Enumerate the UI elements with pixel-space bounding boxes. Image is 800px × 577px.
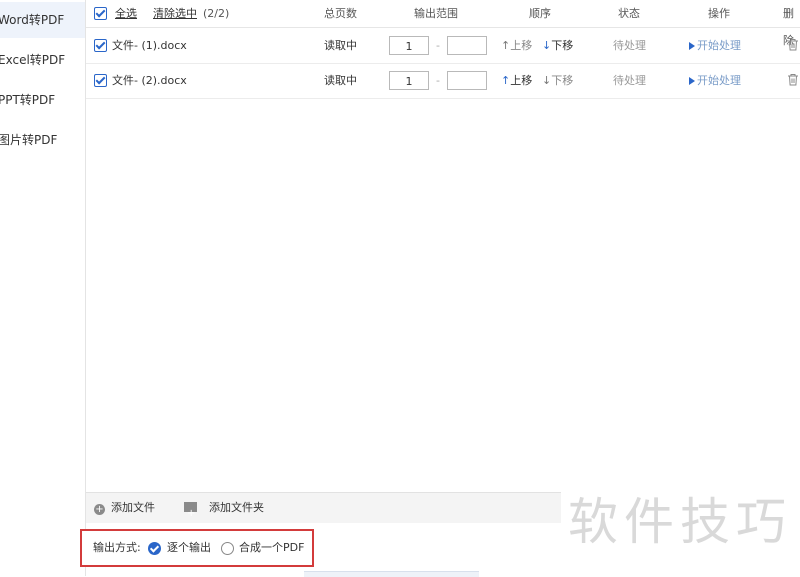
- move-up-button[interactable]: ↑上移: [501, 63, 532, 98]
- sidebar-item-label: Excel转PDF: [0, 53, 66, 67]
- arrow-up-icon: ↑: [501, 74, 511, 87]
- file-name: 文件- (2).docx: [112, 74, 187, 87]
- clear-selected-link[interactable]: 清除选中: [153, 0, 197, 27]
- table-row: 文件- (2).docx 读取中 1 - ↑上移 ↓下移 待处理 开始处理: [86, 63, 800, 99]
- sidebar-item-excel-to-pdf[interactable]: Excel转PDF: [0, 42, 85, 78]
- sidebar: Word转PDF Excel转PDF PPT转PDF 图片转PDF: [0, 0, 86, 576]
- arrow-down-icon: ↓: [542, 74, 552, 87]
- select-all-checkbox[interactable]: [94, 7, 107, 20]
- move-up-button[interactable]: ↑上移: [501, 28, 532, 63]
- select-all-link[interactable]: 全选: [115, 0, 137, 27]
- selection-count: (2/2): [203, 7, 230, 20]
- row-checkbox[interactable]: [94, 39, 107, 52]
- column-header-status: 状态: [618, 7, 640, 20]
- play-icon: [689, 77, 695, 85]
- add-folder-icon: [184, 499, 197, 529]
- range-from-input[interactable]: 1: [389, 71, 429, 90]
- range-from-input[interactable]: 1: [389, 36, 429, 55]
- move-down-label: 下移: [551, 39, 574, 52]
- page-count: 读取中: [324, 74, 357, 87]
- merge-pdf-label[interactable]: 合成一个PDF: [239, 531, 304, 565]
- move-up-label: 上移: [510, 39, 533, 52]
- start-process-label: 开始处理: [697, 39, 741, 52]
- status-text: 待处理: [613, 74, 646, 87]
- column-header-pages: 总页数: [324, 7, 357, 20]
- trash-icon[interactable]: [787, 63, 799, 98]
- play-icon: [689, 42, 695, 50]
- start-process-button[interactable]: 开始处理: [689, 63, 741, 98]
- action-button-partial[interactable]: [304, 571, 479, 577]
- trash-icon[interactable]: [787, 28, 799, 63]
- column-header-range: 输出范围: [414, 7, 458, 20]
- add-folder-label: 添加文件夹: [209, 501, 264, 514]
- sidebar-item-word-to-pdf[interactable]: Word转PDF: [0, 2, 85, 38]
- move-down-button[interactable]: ↓下移: [542, 28, 573, 63]
- status-text: 待处理: [613, 39, 646, 52]
- arrow-up-icon: ↑: [501, 39, 511, 52]
- output-mode-label: 输出方式:: [93, 541, 141, 554]
- add-file-button[interactable]: + 添加文件: [94, 493, 155, 523]
- add-folder-button[interactable]: 添加文件夹: [184, 493, 264, 529]
- range-to-input[interactable]: [447, 36, 487, 55]
- start-process-button[interactable]: 开始处理: [689, 28, 741, 63]
- range-separator: -: [436, 74, 440, 87]
- arrow-down-icon: ↓: [542, 39, 552, 52]
- move-down-button[interactable]: ↓下移: [542, 63, 573, 98]
- row-checkbox[interactable]: [94, 74, 107, 87]
- output-mode-group: 输出方式: 逐个输出 合成一个PDF: [80, 529, 314, 567]
- radio-individual-output[interactable]: [148, 542, 161, 555]
- individual-output-label[interactable]: 逐个输出: [167, 531, 211, 565]
- radio-merge-pdf[interactable]: [221, 542, 234, 555]
- column-header-order: 顺序: [529, 7, 551, 20]
- add-circle-icon: +: [94, 504, 105, 515]
- move-up-label: 上移: [510, 74, 533, 87]
- sidebar-item-ppt-to-pdf[interactable]: PPT转PDF: [0, 82, 85, 118]
- range-separator: -: [436, 39, 440, 52]
- move-down-label: 下移: [551, 74, 574, 87]
- column-header-delete: 删除: [783, 7, 794, 47]
- column-header-action: 操作: [708, 7, 730, 20]
- sidebar-item-image-to-pdf[interactable]: 图片转PDF: [0, 122, 85, 158]
- bottom-toolbar: + 添加文件 添加文件夹: [86, 492, 561, 529]
- page-count: 读取中: [324, 39, 357, 52]
- sidebar-item-label: 图片转PDF: [0, 133, 58, 147]
- watermark-text: 软件技巧: [568, 493, 792, 551]
- file-table-header: 全选 清除选中 (2/2) 总页数 输出范围 顺序 状态 操作 删除: [86, 0, 800, 47]
- add-file-label: 添加文件: [111, 501, 155, 514]
- sidebar-item-label: PPT转PDF: [0, 93, 56, 107]
- file-name: 文件- (1).docx: [112, 39, 187, 52]
- range-to-input[interactable]: [447, 71, 487, 90]
- table-row: 文件- (1).docx 读取中 1 - ↑上移 ↓下移 待处理 开始处理: [86, 28, 800, 64]
- start-process-label: 开始处理: [697, 74, 741, 87]
- sidebar-item-label: Word转PDF: [0, 13, 65, 27]
